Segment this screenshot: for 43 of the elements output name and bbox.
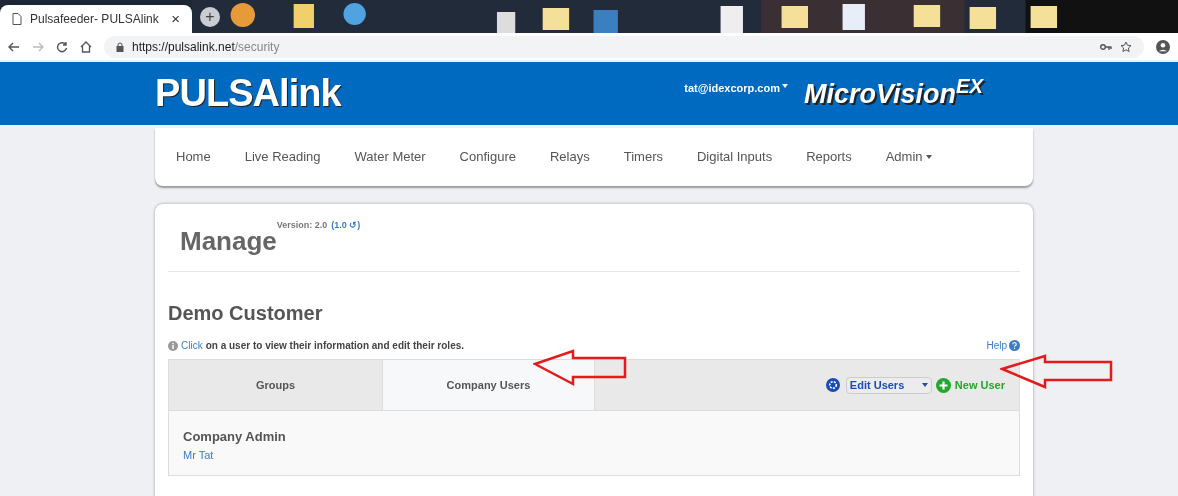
settings-icon[interactable] (825, 378, 840, 392)
nav-link[interactable]: Admin (879, 147, 938, 167)
browser-tab[interactable]: Pulsafeeder- PULSAlink × (0, 5, 192, 33)
version-link[interactable]: (1.0 ↺) (331, 219, 361, 233)
user-link[interactable]: Mr Tat (183, 446, 1005, 463)
nav-link[interactable]: Digital Inputs (691, 147, 779, 167)
home-icon[interactable] (80, 40, 92, 53)
nav-link[interactable]: Water Meter (348, 147, 432, 167)
account-menu[interactable]: tat@idexcorp.com (684, 80, 780, 97)
url-text: https://pulsalink.net/security (132, 38, 281, 56)
nav-link[interactable]: Timers (617, 147, 669, 167)
close-button[interactable]: × (171, 7, 180, 31)
customer-title: Demo Customer (168, 301, 324, 326)
tab[interactable]: Company Users (382, 360, 595, 410)
nav-link[interactable]: Reports (800, 147, 858, 167)
nav-link[interactable]: Live Reading (238, 147, 327, 167)
click-link[interactable]: Click (181, 338, 203, 353)
caret-icon[interactable] (781, 84, 788, 88)
tab-title: Pulsafeeder- PULSAlink (30, 11, 160, 28)
hint-text: on a user to view their information and edit their roles. (205, 339, 466, 353)
caret-icon (925, 155, 932, 159)
page-title: Manage (180, 225, 277, 258)
nav-link[interactable]: Relays (544, 147, 596, 167)
nav-link[interactable]: Home (170, 147, 217, 167)
address-bar[interactable]: https://pulsalink.net/security (104, 35, 1144, 58)
group-name: Company Admin (183, 428, 287, 446)
profile-icon[interactable] (1156, 39, 1170, 54)
reload-icon[interactable] (56, 40, 68, 53)
version-text: Version: 2.0 (276, 219, 328, 232)
caret-icon (921, 383, 928, 387)
help-link[interactable]: Help (986, 338, 1007, 353)
back-icon[interactable] (8, 40, 20, 53)
lock-icon (116, 41, 124, 52)
add-icon[interactable] (935, 377, 951, 393)
product-logo: MicroVision$^{EX}$ (803, 74, 983, 111)
edit-users-select[interactable]: Edit Users (845, 376, 932, 394)
star-icon[interactable] (1120, 40, 1132, 53)
help-icon[interactable] (1009, 340, 1020, 351)
nav-link[interactable]: Configure (453, 147, 522, 167)
key-icon[interactable] (1100, 42, 1112, 51)
info-icon (168, 340, 178, 351)
page-icon (12, 13, 22, 25)
logo: PULSAlink (155, 74, 341, 112)
